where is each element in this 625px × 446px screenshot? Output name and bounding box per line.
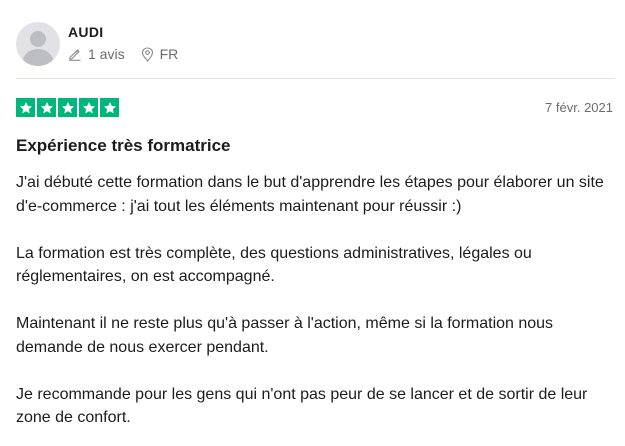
review-paragraph: Maintenant il ne reste plus qu'à passer … [16, 315, 554, 356]
divider [16, 78, 615, 79]
location-pin-icon [141, 46, 153, 62]
star-icon [37, 98, 56, 117]
reviewer-header: AUDI 1 avis FR [16, 20, 616, 68]
review-date: 7 févr. 2021 [545, 100, 613, 115]
star-icon [58, 98, 77, 117]
review-paragraph: La formation est très complète, des ques… [16, 244, 532, 286]
star-icon [79, 98, 98, 117]
review-paragraph: J'ai débuté cette formation dans le but … [16, 174, 604, 215]
user-silhouette-icon [22, 31, 54, 66]
review-title[interactable]: Expérience très formatrice [16, 136, 231, 156]
star-icon [16, 98, 35, 117]
review-paragraph: Je recommande pour les gens qui n'ont pa… [16, 385, 588, 427]
reviewer-name[interactable]: AUDI [68, 24, 103, 40]
pencil-icon [69, 49, 81, 61]
reviews-count-label: 1 avis [88, 46, 125, 62]
country-code: FR [159, 46, 179, 62]
reviewer-meta: 1 avis FR [68, 46, 178, 62]
reviews-count: 1 avis [68, 46, 125, 62]
star-rating [16, 98, 121, 117]
review-card: AUDI 1 avis FR 7 févr. 2021 Expérience t… [0, 0, 625, 446]
review-body: J'ai débuté cette formation dans le but … [16, 171, 616, 430]
avatar[interactable] [16, 22, 60, 66]
reviewer-country: FR [141, 46, 179, 62]
star-icon [100, 98, 119, 117]
